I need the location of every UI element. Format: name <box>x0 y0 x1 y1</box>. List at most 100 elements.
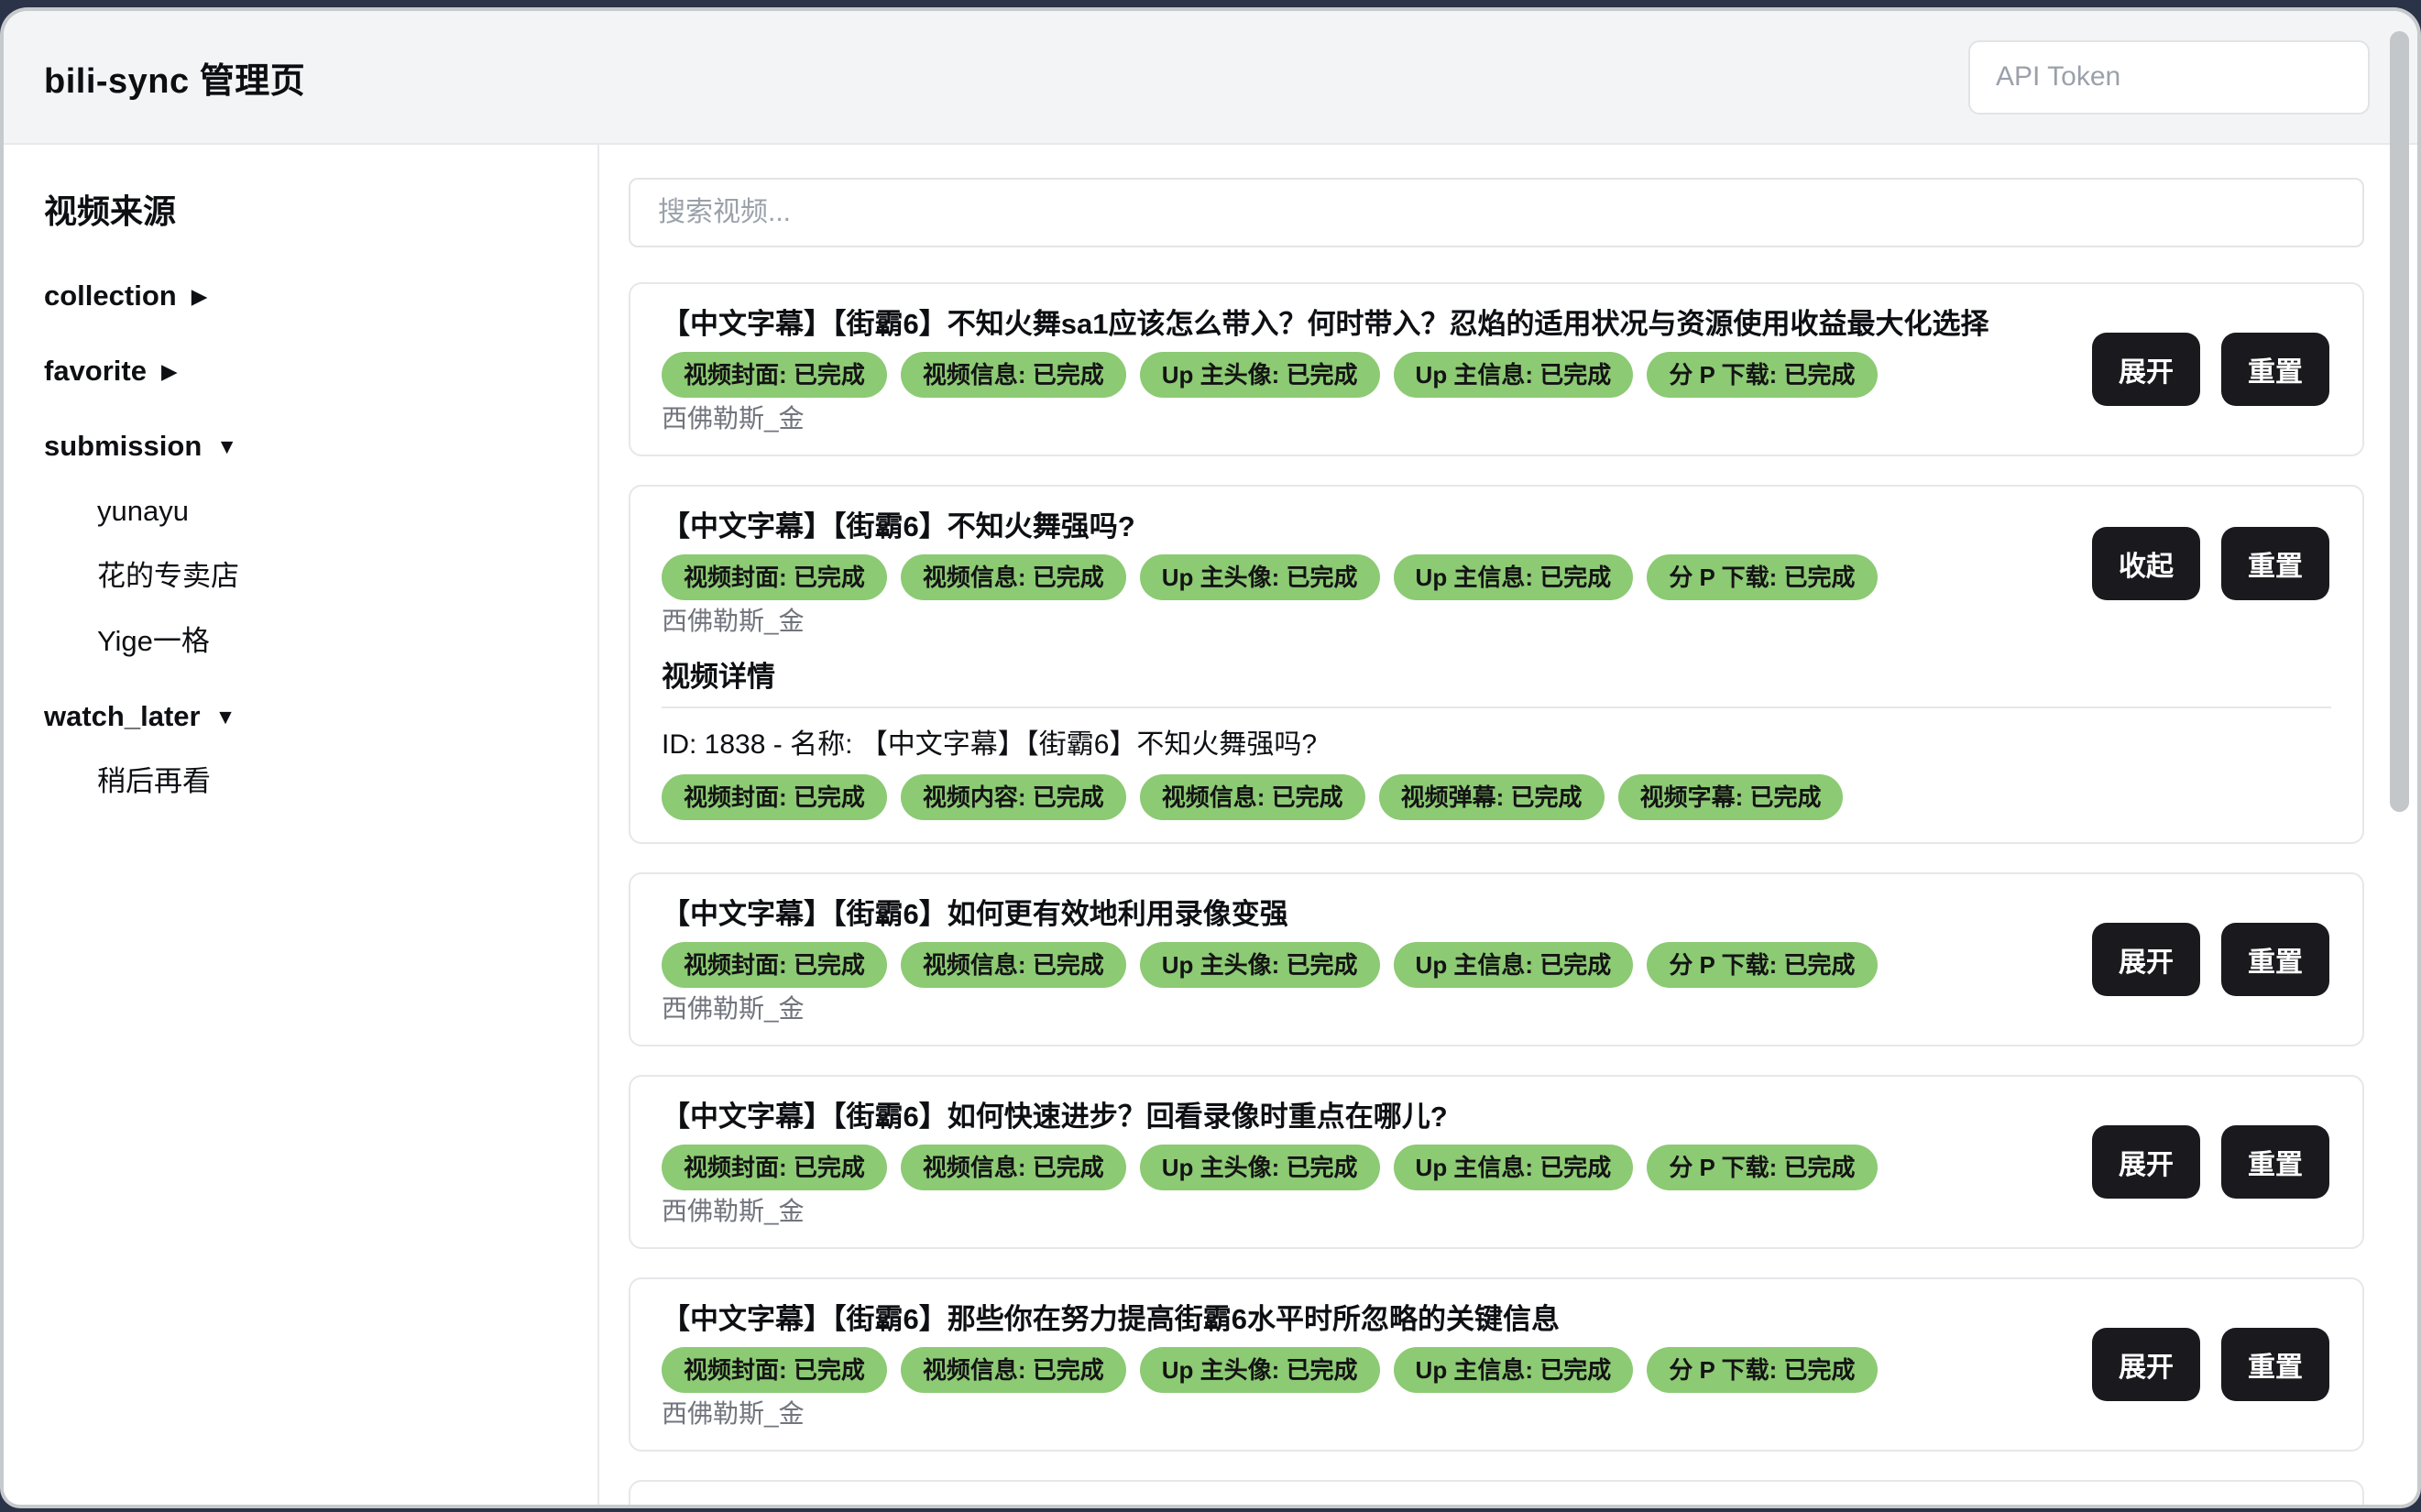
status-badge: 视频封面: 已完成 <box>662 554 887 600</box>
status-badge-row: 视频封面: 已完成视频信息: 已完成 Up 主头像: 已完成 Up 主信息: 已完成… <box>662 1145 2331 1190</box>
source-group-label: collection <box>44 280 177 312</box>
uploader-name: 西佛勒斯_金 <box>662 608 2331 635</box>
video-title: 【中文字幕】【街霸6】如何更有效地利用录像变强 <box>662 896 2331 933</box>
status-badge-row: 视频封面: 已完成视频信息: 已完成 Up 主头像: 已完成 Up 主信息: 已完成… <box>662 352 2331 398</box>
status-badge: 视频字幕: 已完成 <box>1618 774 1844 820</box>
status-badge: Up 主信息: 已完成 <box>1394 942 1634 988</box>
source-item[interactable]: Yige一格 <box>44 626 210 657</box>
app-header: bili-sync 管理页 <box>4 11 2417 145</box>
status-badge: 视频封面: 已完成 <box>662 1347 887 1393</box>
desktop: { "header": { "title": "bili-sync 管理页", … <box>0 0 2421 1512</box>
card-actions: 收起 重置 <box>2092 527 2329 600</box>
card-actions: 展开 重置 <box>2092 923 2329 996</box>
divider <box>662 707 2331 708</box>
status-badge: Up 主头像: 已完成 <box>1140 942 1380 988</box>
source-group-label: favorite <box>44 356 147 387</box>
status-badge: 分 P 下载: 已完成 <box>1647 554 1877 600</box>
status-badge: Up 主头像: 已完成 <box>1140 1347 1380 1393</box>
status-badge: 视频信息: 已完成 <box>901 352 1126 398</box>
uploader-name: 西佛勒斯_金 <box>662 405 2331 433</box>
status-badge: 分 P 下载: 已完成 <box>1647 1347 1877 1393</box>
source-group-favorite[interactable]: favorite ▶ <box>44 356 178 387</box>
toggle-expand-button[interactable]: 展开 <box>2092 923 2200 996</box>
status-badge: Up 主头像: 已完成 <box>1140 1145 1380 1190</box>
source-item[interactable]: 稍后再看 <box>44 766 211 797</box>
content-area: 视频来源 collection▶favorite▶submission▼yuna… <box>4 145 2417 1505</box>
page-title: bili-sync 管理页 <box>44 52 305 103</box>
api-token-input[interactable] <box>1968 40 2370 115</box>
source-group: watch_later ▼ 稍后再看 <box>44 701 561 797</box>
video-card: 【中文字幕】【街霸6】不知火舞sa1应该怎么带入？何时带入？忍焰的适用状况与资源… <box>629 282 2364 456</box>
reset-button[interactable]: 重置 <box>2221 923 2329 996</box>
uploader-name: 西佛勒斯_金 <box>662 995 2331 1023</box>
toggle-expand-button[interactable]: 展开 <box>2092 333 2200 406</box>
status-badge: 视频信息: 已完成 <box>901 1347 1126 1393</box>
status-badge: 视频信息: 已完成 <box>1140 774 1365 820</box>
status-badge: 视频信息: 已完成 <box>901 554 1126 600</box>
source-item[interactable]: yunayu <box>44 496 189 527</box>
status-badge: 视频信息: 已完成 <box>901 1145 1126 1190</box>
source-group-label: submission <box>44 431 202 462</box>
source-group-watch_later[interactable]: watch_later ▼ <box>44 701 236 732</box>
source-group: collection ▶ <box>44 280 561 312</box>
toggle-expand-button[interactable]: 展开 <box>2092 1328 2200 1401</box>
status-badge: Up 主头像: 已完成 <box>1140 554 1380 600</box>
triangle-down-icon: ▼ <box>215 701 236 732</box>
browser-window: bili-sync 管理页 视频来源 collection ▶ favorite ▶ s… <box>4 11 2417 1505</box>
video-title: 【中文字幕】【街霸6】那些你在努力提高街霸6水平时所忽略的关键信息 <box>662 1301 2331 1338</box>
source-item[interactable]: 花的专卖店 <box>44 561 239 592</box>
status-badge-row: 视频封面: 已完成视频信息: 已完成 Up 主头像: 已完成 Up 主信息: 已完成… <box>662 942 2331 988</box>
video-title: 【中文字幕】【街霸6】不知火舞sa1应该怎么带入？何时带入？忍焰的适用状况与资源… <box>662 306 2331 343</box>
triangle-right-icon: ▶ <box>161 356 178 387</box>
source-list: collection▶favorite▶submission▼yunayu花的专… <box>44 280 561 797</box>
video-card: 【中文字幕】【街霸6】那些你在努力提高街霸6水平时所忽略的关键信息 视频封面: … <box>629 1277 2364 1452</box>
source-group-collection[interactable]: collection ▶ <box>44 280 207 312</box>
video-list-panel: 【中文字幕】【街霸6】不知火舞sa1应该怎么带入？何时带入？忍焰的适用状况与资源… <box>599 145 2417 1505</box>
video-detail-line: ID: 1838 - 名称: 【中文字幕】【街霸6】不知火舞强吗? <box>662 727 2331 763</box>
video-title: 【中文字幕】【街霸6】如何快速进步？回看录像时重点在哪儿? <box>662 1099 2331 1135</box>
video-card: 【中文字幕】【街霸6】如何快速进步？回看录像时重点在哪儿? 视频封面: 已完成视… <box>629 1075 2364 1249</box>
status-badge: Up 主信息: 已完成 <box>1394 1145 1634 1190</box>
status-badge: 分 P 下载: 已完成 <box>1647 352 1877 398</box>
video-title: 【中文字幕】【街霸6】如何选择进攻选项? <box>662 1504 2331 1505</box>
video-card: 【中文字幕】【街霸6】如何选择进攻选项? 视频封面: 已完成视频信息: 已完成U… <box>629 1480 2364 1505</box>
scrollbar-thumb[interactable] <box>2390 31 2409 812</box>
status-badge: Up 主信息: 已完成 <box>1394 1347 1634 1393</box>
source-group: favorite ▶ <box>44 356 561 387</box>
status-badge: Up 主信息: 已完成 <box>1394 352 1634 398</box>
status-badge-row: 视频封面: 已完成视频信息: 已完成 Up 主头像: 已完成 Up 主信息: 已完成… <box>662 1347 2331 1393</box>
toggle-expand-button[interactable]: 收起 <box>2092 527 2200 600</box>
status-badge: Up 主头像: 已完成 <box>1140 352 1380 398</box>
toggle-expand-button[interactable]: 展开 <box>2092 1125 2200 1199</box>
triangle-right-icon: ▶ <box>192 280 208 312</box>
status-badge: 视频弹幕: 已完成 <box>1379 774 1605 820</box>
card-actions: 展开 重置 <box>2092 333 2329 406</box>
sidebar-heading: 视频来源 <box>44 185 561 233</box>
source-group-label: watch_later <box>44 701 201 732</box>
reset-button[interactable]: 重置 <box>2221 333 2329 406</box>
detail-badge-row: 视频封面: 已完成视频内容: 已完成视频信息: 已完成视频弹幕: 已完成视频字幕… <box>662 774 2331 820</box>
status-badge: Up 主信息: 已完成 <box>1394 554 1634 600</box>
status-badge-row: 视频封面: 已完成视频信息: 已完成 Up 主头像: 已完成 Up 主信息: 已完成… <box>662 554 2331 600</box>
reset-button[interactable]: 重置 <box>2221 1328 2329 1401</box>
uploader-name: 西佛勒斯_金 <box>662 1400 2331 1428</box>
status-badge: 视频内容: 已完成 <box>901 774 1126 820</box>
reset-button[interactable]: 重置 <box>2221 527 2329 600</box>
source-group-submission[interactable]: submission▼ <box>44 431 237 462</box>
status-badge: 视频封面: 已完成 <box>662 352 887 398</box>
video-card: 【中文字幕】【街霸6】如何更有效地利用录像变强 视频封面: 已完成视频信息: 已… <box>629 872 2364 1046</box>
uploader-name: 西佛勒斯_金 <box>662 1198 2331 1225</box>
video-detail-heading: 视频详情 <box>662 659 2331 696</box>
search-input[interactable] <box>629 178 2364 247</box>
status-badge: 视频封面: 已完成 <box>662 1145 887 1190</box>
video-detail-section: 视频详情 ID: 1838 - 名称: 【中文字幕】【街霸6】不知火舞强吗? 视… <box>662 659 2331 820</box>
status-badge: 视频封面: 已完成 <box>662 942 887 988</box>
video-source-sidebar: 视频来源 collection▶favorite▶submission▼yuna… <box>4 145 599 1505</box>
reset-button[interactable]: 重置 <box>2221 1125 2329 1199</box>
card-actions: 展开 重置 <box>2092 1125 2329 1199</box>
video-title: 【中文字幕】【街霸6】不知火舞强吗? <box>662 509 2331 545</box>
video-card: 【中文字幕】【街霸6】不知火舞强吗? 视频封面: 已完成视频信息: 已完成Up … <box>629 485 2364 844</box>
source-group: submission▼ yunayu 花的专卖店 Yige一格 <box>44 431 561 657</box>
status-badge: 分 P 下载: 已完成 <box>1647 942 1877 988</box>
status-badge: 视频信息: 已完成 <box>901 942 1126 988</box>
